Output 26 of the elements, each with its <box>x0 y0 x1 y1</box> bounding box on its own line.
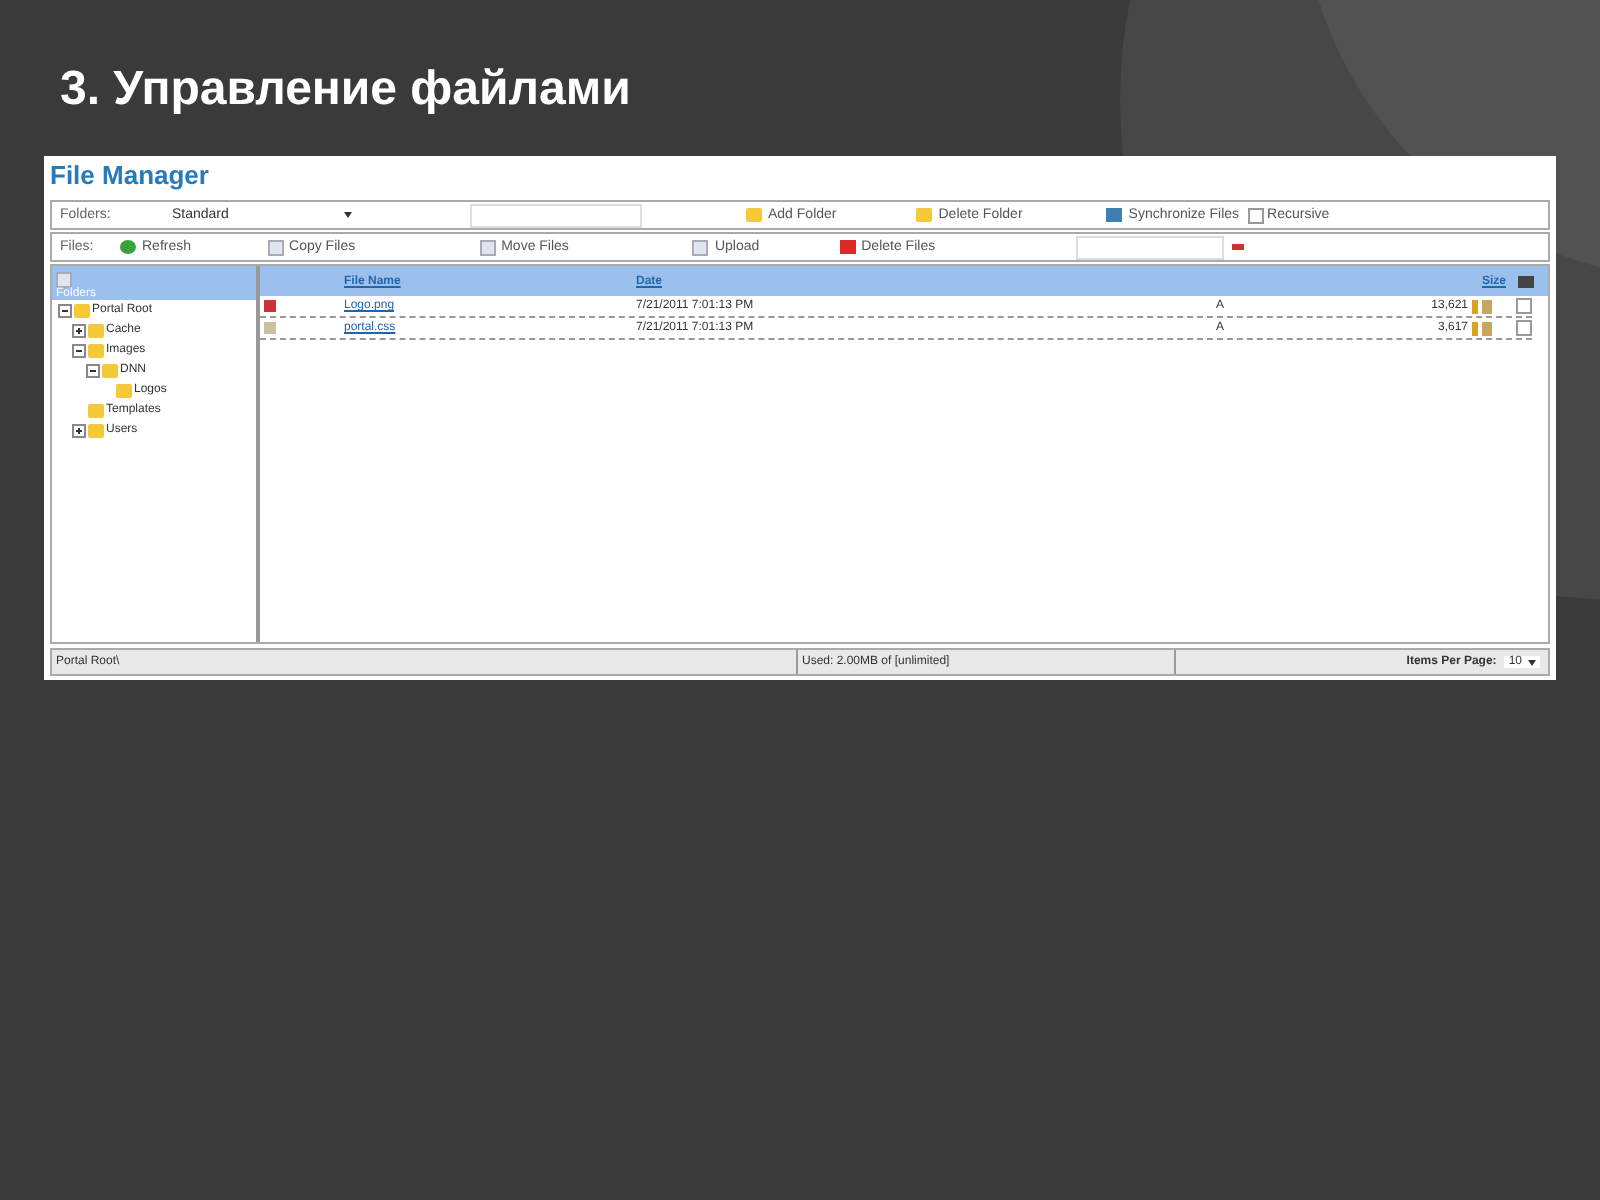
image-file-icon <box>264 300 276 312</box>
row-checkbox[interactable] <box>1516 320 1532 336</box>
filter-field[interactable] <box>1075 235 1224 259</box>
row-checkbox[interactable] <box>1516 298 1532 314</box>
folder-icon <box>746 208 762 222</box>
caret-icon <box>344 212 352 218</box>
minus-icon[interactable] <box>58 303 72 317</box>
app-title: File Manager <box>50 160 211 194</box>
document-icon <box>267 239 284 255</box>
minus-icon[interactable] <box>72 343 86 357</box>
document-icon <box>479 239 496 255</box>
folder-name-field[interactable] <box>470 203 642 227</box>
slide-title: 3. Управление файлами <box>58 60 633 120</box>
toolbar-icon[interactable] <box>1518 275 1534 287</box>
plus-icon[interactable] <box>72 323 86 337</box>
minus-icon[interactable] <box>86 363 100 377</box>
refresh-icon <box>120 240 136 254</box>
caret-icon <box>1528 659 1536 665</box>
filter-icon <box>1231 244 1244 250</box>
document-icon <box>56 272 72 288</box>
document-icon <box>692 239 709 255</box>
delete-icon <box>839 240 856 254</box>
text-file-icon <box>264 322 276 334</box>
recursive-checkbox[interactable] <box>1247 207 1264 223</box>
plus-icon[interactable] <box>72 423 86 437</box>
folder-icon <box>916 208 933 222</box>
